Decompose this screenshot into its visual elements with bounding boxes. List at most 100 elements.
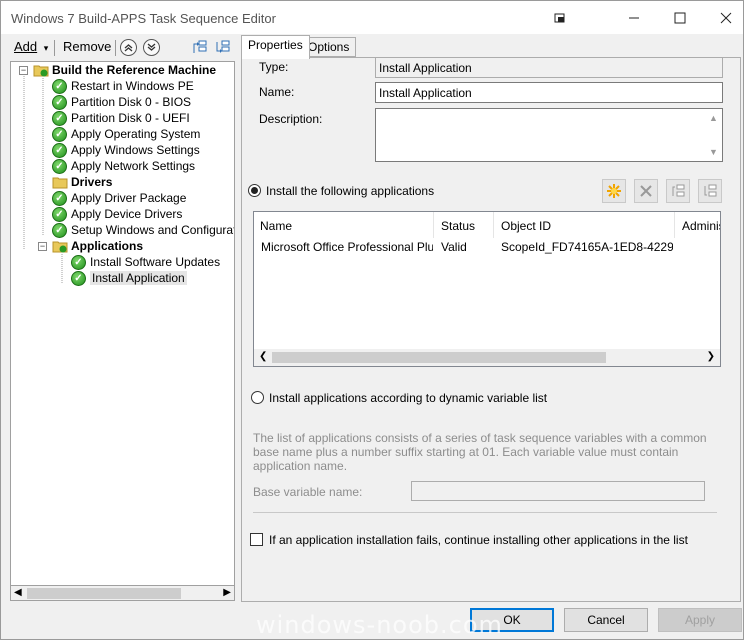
tree-item-applications[interactable]: Applications	[52, 238, 143, 254]
install-dynamic-radio[interactable]	[251, 391, 264, 404]
tree-item-drivers[interactable]: Drivers	[52, 174, 112, 190]
tree-item-partition-uefi[interactable]: ✓ Partition Disk 0 - UEFI	[52, 110, 190, 126]
tree-item-label: Drivers	[71, 175, 113, 189]
tree-horizontal-scrollbar[interactable]: ◀ ▶	[10, 585, 235, 601]
tree-item-apply-device-drivers[interactable]: ✓ Apply Device Drivers	[52, 206, 182, 222]
name-label: Name:	[259, 85, 295, 99]
tree-item-apply-network-settings[interactable]: ✓ Apply Network Settings	[52, 158, 195, 174]
collapse-toggle[interactable]: −	[19, 66, 28, 75]
tree-item-partition-bios[interactable]: ✓ Partition Disk 0 - BIOS	[52, 94, 191, 110]
tree-item-label: Apply Driver Package	[71, 191, 187, 205]
name-field[interactable]: Install Application	[375, 82, 723, 103]
type-label: Type:	[259, 60, 289, 74]
scroll-thumb[interactable]	[272, 352, 606, 363]
tree-item-label: Apply Device Drivers	[71, 207, 183, 221]
add-label: Add	[14, 39, 38, 54]
apply-button[interactable]: Apply	[658, 608, 742, 632]
description-field[interactable]	[375, 108, 723, 162]
collapse-toggle[interactable]: −	[38, 242, 47, 251]
scroll-up-icon[interactable]: ▲	[709, 113, 718, 123]
column-header-object-id[interactable]: Object ID	[495, 212, 675, 238]
install-dynamic-label[interactable]: Install applications according to dynami…	[269, 391, 547, 405]
scroll-left-icon[interactable]: ◀	[14, 587, 22, 598]
maximize-button[interactable]	[657, 5, 703, 31]
tree-item-apply-os[interactable]: ✓ Apply Operating System	[52, 126, 200, 142]
tree-item-apply-driver-package[interactable]: ✓ Apply Driver Package	[52, 190, 186, 206]
remove-button[interactable]: Remove	[63, 39, 111, 54]
continue-on-fail-label[interactable]: If an application installation fails, co…	[269, 533, 688, 547]
app-status-cell: Valid	[441, 240, 467, 254]
task-sequence-tree: − Build the Reference Machine ✓ Restart …	[10, 61, 235, 601]
move-up-icon[interactable]	[120, 39, 137, 56]
scroll-right-icon[interactable]: ❯	[707, 351, 715, 362]
minimize-button[interactable]	[611, 5, 657, 31]
checkmark-icon: ✓	[71, 270, 86, 286]
tree-item-label: Install Application	[90, 271, 187, 285]
close-button[interactable]	[703, 5, 744, 31]
divider	[253, 512, 717, 513]
move-item-up-icon[interactable]	[666, 179, 690, 203]
checkmark-icon: ✓	[52, 110, 67, 126]
list-horizontal-scrollbar[interactable]: ❮ ❯	[254, 349, 720, 366]
continue-on-fail-checkbox[interactable]	[250, 533, 263, 546]
new-item-icon[interactable]	[602, 179, 626, 203]
checkmark-icon: ✓	[52, 158, 67, 174]
move-item-down-icon[interactable]	[698, 179, 722, 203]
app-object-id-cell: ScopeId_FD74165A-1ED8-4229-...	[501, 240, 673, 254]
tab-properties[interactable]: Properties	[241, 35, 310, 59]
watermark-text: windows-noob.com	[256, 611, 503, 639]
folder-icon	[52, 175, 68, 189]
toolbar-separator	[54, 40, 55, 56]
chevron-down-icon: ▾	[43, 43, 49, 53]
toolbar-separator	[115, 40, 116, 56]
tree-item-label: Applications	[71, 239, 144, 253]
scroll-down-icon[interactable]: ▼	[709, 147, 718, 157]
scroll-right-icon[interactable]: ▶	[223, 587, 231, 598]
scroll-left-icon[interactable]: ❮	[259, 351, 267, 362]
checkmark-icon: ✓	[52, 222, 67, 238]
tree-item-label: Partition Disk 0 - BIOS	[71, 95, 192, 109]
tree-item-apply-windows-settings[interactable]: ✓ Apply Windows Settings	[52, 142, 200, 158]
checkmark-icon: ✓	[52, 206, 67, 222]
folder-check-icon	[52, 239, 68, 253]
scroll-thumb[interactable]	[27, 588, 181, 599]
column-header-administrator[interactable]: Administ	[676, 212, 720, 238]
tree-item-label: Build the Reference Machine	[52, 63, 217, 77]
tree-item-install-software-updates[interactable]: ✓ Install Software Updates	[71, 254, 220, 270]
description-label: Description:	[259, 112, 323, 126]
editor-toolbar: Add ▾ Remove	[1, 34, 241, 60]
tree-item-label: Setup Windows and Configuration	[71, 223, 235, 237]
folder-check-icon	[33, 63, 49, 77]
move-down-icon[interactable]	[143, 39, 160, 56]
install-following-label[interactable]: Install the following applications	[266, 184, 434, 198]
install-following-radio[interactable]	[248, 184, 261, 197]
checkmark-icon: ✓	[52, 78, 67, 94]
tree-item-label: Partition Disk 0 - UEFI	[71, 111, 190, 125]
column-header-status[interactable]: Status	[435, 212, 494, 238]
delete-icon[interactable]	[634, 179, 658, 203]
base-variable-label: Base variable name:	[253, 485, 363, 499]
group-down-icon[interactable]	[214, 39, 232, 57]
tree-item-label: Apply Windows Settings	[71, 143, 200, 157]
type-field: Install Application	[375, 57, 723, 78]
checkmark-icon: ✓	[71, 254, 86, 270]
tree-item-install-application[interactable]: ✓ Install Application	[71, 270, 187, 286]
checkmark-icon: ✓	[52, 94, 67, 110]
app-name-cell: Microsoft Office Professional Plus ...	[261, 240, 433, 254]
system-menu-icon[interactable]	[537, 5, 583, 31]
add-menu-button[interactable]: Add ▾	[14, 39, 48, 54]
dynamic-help-text: The list of applications consists of a s…	[253, 431, 707, 473]
group-up-icon[interactable]	[191, 39, 209, 57]
window-title: Windows 7 Build-APPS Task Sequence Edito…	[11, 11, 276, 26]
tree-item-setup-windows[interactable]: ✓ Setup Windows and Configuration	[52, 222, 235, 238]
tree-item-build-reference-machine[interactable]: Build the Reference Machine	[33, 62, 216, 78]
tree-item-restart-windows-pe[interactable]: ✓ Restart in Windows PE	[52, 78, 194, 94]
column-header-name[interactable]: Name	[254, 212, 434, 238]
base-variable-field[interactable]	[411, 481, 705, 501]
cancel-button[interactable]: Cancel	[564, 608, 648, 632]
tree-item-label: Restart in Windows PE	[71, 79, 194, 93]
tree-item-label: Apply Operating System	[71, 127, 201, 141]
applications-list[interactable]: Name Status Object ID Administ Microsoft…	[253, 211, 721, 367]
title-bar: Windows 7 Build-APPS Task Sequence Edito…	[1, 1, 743, 34]
tree-item-label: Install Software Updates	[90, 255, 221, 269]
